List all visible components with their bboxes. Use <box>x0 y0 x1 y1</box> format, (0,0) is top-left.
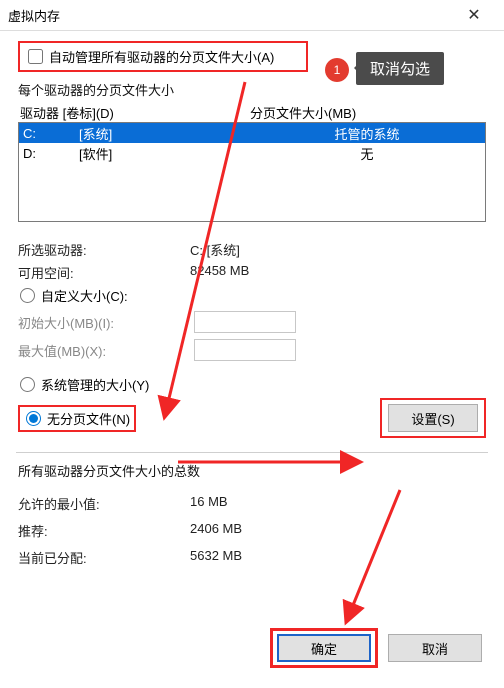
ok-button-highlight: 确定 <box>270 628 378 668</box>
initial-size-row: 初始大小(MB)(I): <box>18 311 486 333</box>
auto-manage-checkbox-row[interactable]: 自动管理所有驱动器的分页文件大小(A) <box>18 41 308 72</box>
alloc-key: 当前已分配: <box>18 548 190 567</box>
col-size: 分页文件大小(MB) <box>250 103 484 122</box>
drive-size: 托管的系统 <box>253 124 481 143</box>
available-space-row: 可用空间: 82458 MB <box>18 263 486 282</box>
titlebar: 虚拟内存 ✕ <box>0 0 504 31</box>
radio-none-wrapper: 无分页文件(N) <box>18 405 136 432</box>
radio-system[interactable]: 系统管理的大小(Y) <box>18 375 486 394</box>
min-val: 16 MB <box>190 494 486 513</box>
col-drive: 驱动器 [卷标](D) <box>20 103 250 122</box>
dialog-footer: 确定 取消 <box>270 628 482 668</box>
drive-letter: C: <box>23 126 79 141</box>
drive-row-d[interactable]: D: [软件] 无 <box>19 143 485 163</box>
drive-row-c[interactable]: C: [系统] 托管的系统 <box>19 123 485 143</box>
max-label: 最大值(MB)(X): <box>18 341 194 360</box>
radio-custom-label: 自定义大小(C): <box>41 286 128 305</box>
radio-none[interactable]: 无分页文件(N) <box>24 409 130 428</box>
set-button-highlight: 设置(S) <box>380 398 486 438</box>
min-row: 允许的最小值: 16 MB <box>18 494 486 513</box>
drive-size: 无 <box>253 144 481 163</box>
drive-list[interactable]: C: [系统] 托管的系统 D: [软件] 无 <box>18 122 486 222</box>
initial-input[interactable] <box>194 311 296 333</box>
selected-drive-val: C: [系统] <box>190 240 486 259</box>
alloc-val: 5632 MB <box>190 548 486 567</box>
drive-label: [软件] <box>79 144 253 163</box>
max-size-row: 最大值(MB)(X): <box>18 339 486 361</box>
rec-key: 推荐: <box>18 521 190 540</box>
rec-val: 2406 MB <box>190 521 486 540</box>
alloc-row: 当前已分配: 5632 MB <box>18 548 486 567</box>
selected-drive-key: 所选驱动器: <box>18 240 190 259</box>
radio-custom-input[interactable] <box>20 288 35 303</box>
selected-drive-row: 所选驱动器: C: [系统] <box>18 240 486 259</box>
rec-row: 推荐: 2406 MB <box>18 521 486 540</box>
totals-header: 所有驱动器分页文件大小的总数 <box>18 461 486 480</box>
close-icon[interactable]: ✕ <box>452 1 496 29</box>
radio-none-input[interactable] <box>26 411 41 426</box>
radio-custom[interactable]: 自定义大小(C): <box>18 286 486 305</box>
drive-label: [系统] <box>79 124 253 143</box>
radio-system-label: 系统管理的大小(Y) <box>41 375 149 394</box>
radio-system-input[interactable] <box>20 377 35 392</box>
min-key: 允许的最小值: <box>18 494 190 513</box>
available-val: 82458 MB <box>190 263 486 282</box>
auto-manage-label: 自动管理所有驱动器的分页文件大小(A) <box>49 47 274 66</box>
cancel-button[interactable]: 取消 <box>388 634 482 662</box>
available-key: 可用空间: <box>18 263 190 282</box>
divider <box>16 452 488 453</box>
initial-label: 初始大小(MB)(I): <box>18 313 194 332</box>
drive-letter: D: <box>23 146 79 161</box>
window-title: 虚拟内存 <box>8 6 452 25</box>
auto-manage-checkbox[interactable] <box>28 49 43 64</box>
per-drive-header: 每个驱动器的分页文件大小 <box>18 80 486 99</box>
radio-none-label: 无分页文件(N) <box>47 409 130 428</box>
ok-button[interactable]: 确定 <box>277 634 371 662</box>
drive-list-header: 驱动器 [卷标](D) 分页文件大小(MB) <box>18 103 486 122</box>
max-input[interactable] <box>194 339 296 361</box>
set-button[interactable]: 设置(S) <box>388 404 478 432</box>
